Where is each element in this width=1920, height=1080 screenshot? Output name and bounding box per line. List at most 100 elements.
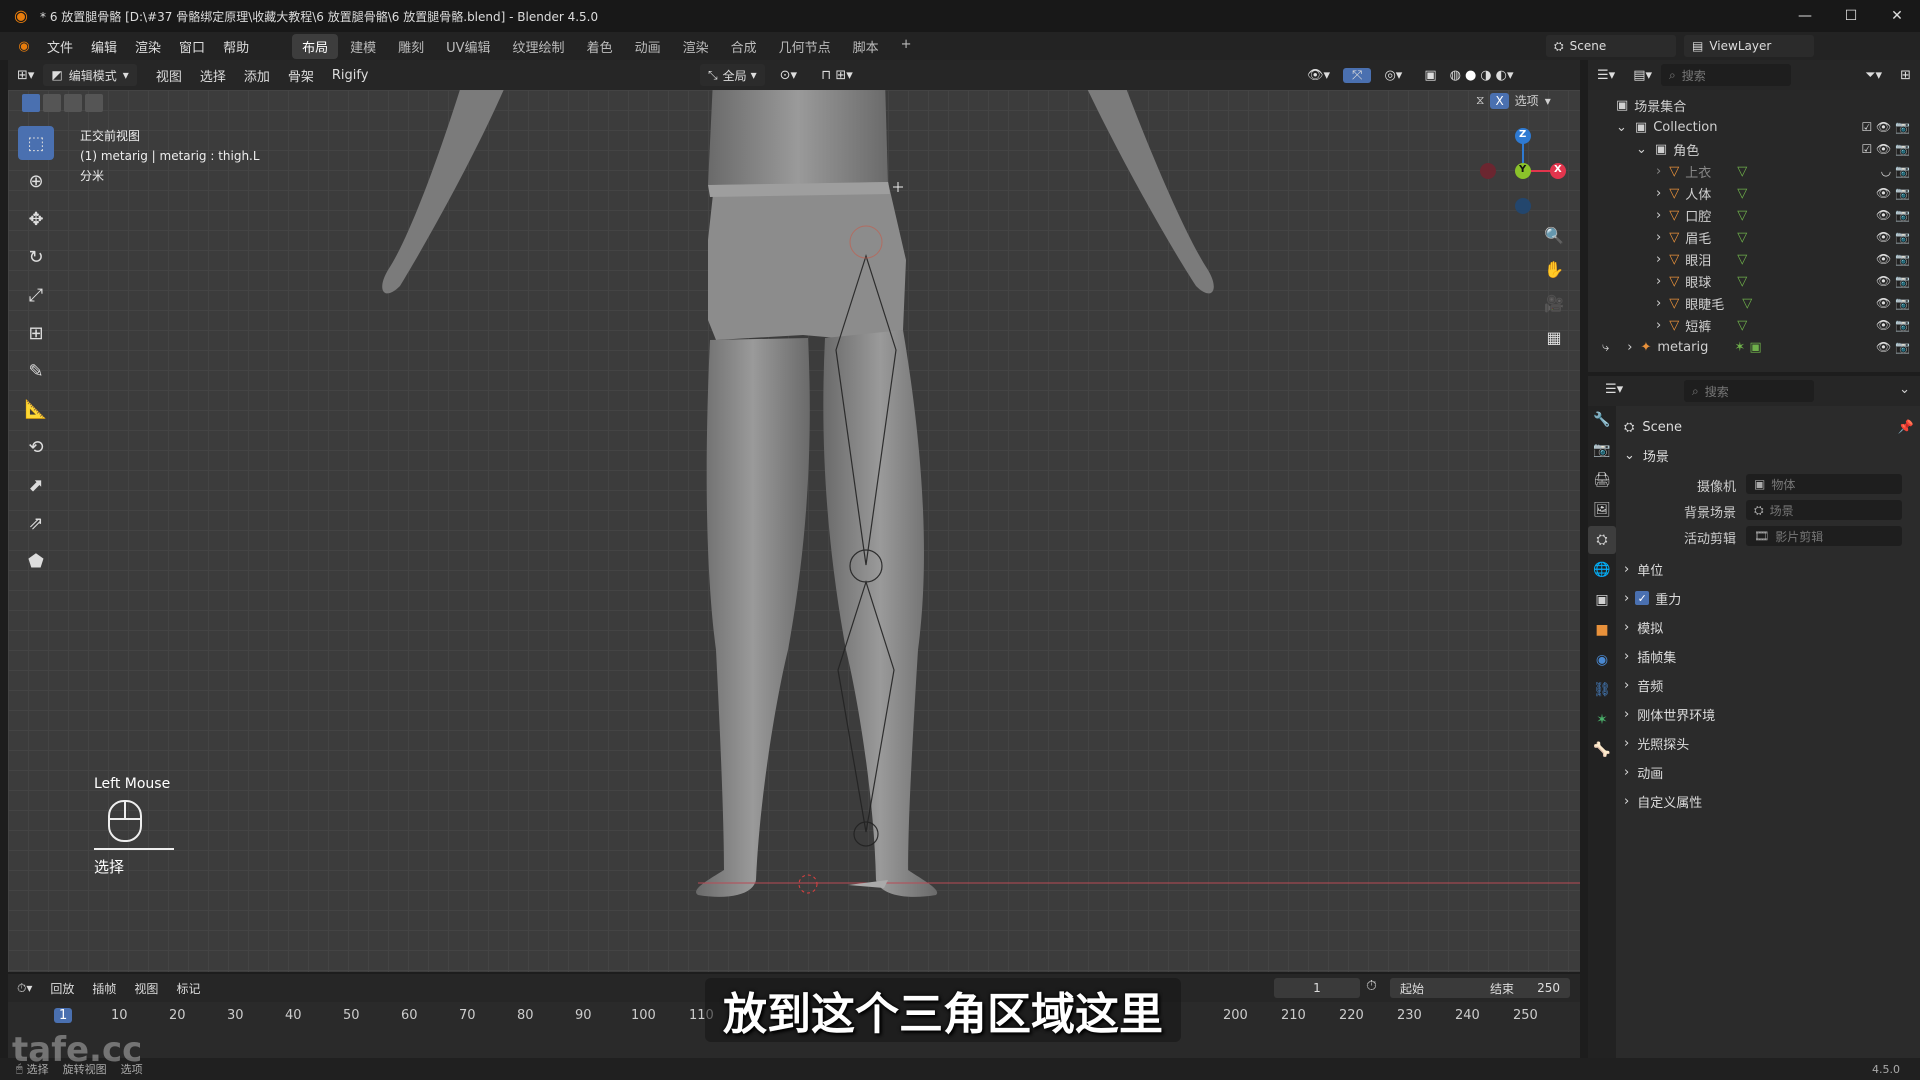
outliner-row-scene-collection[interactable]: ▣ 场景集合 (1588, 94, 1920, 116)
menu-timeline-view[interactable]: 视图 (125, 980, 167, 997)
transform-orientation-selector[interactable]: ⤡ 全局 ▾ (700, 64, 765, 86)
options-dropdown[interactable]: 选项 (1515, 92, 1539, 109)
menu-file[interactable]: 文件 (38, 37, 82, 56)
world-tab-icon[interactable]: 🌐 (1588, 556, 1616, 584)
chevron-right-icon[interactable]: › (1656, 274, 1661, 289)
x-mirror-toggle[interactable]: X (1490, 92, 1509, 109)
select-subtract-icon[interactable] (64, 94, 82, 112)
chevron-right-icon[interactable]: › (1656, 296, 1661, 311)
rotate-tool-icon[interactable]: ↻ (18, 240, 54, 274)
timeline-editor-icon[interactable]: ⏱▾ (8, 981, 41, 996)
render-tab-icon[interactable]: 📷 (1588, 436, 1616, 464)
panel-gravity[interactable]: › ✓ 重力 (1624, 585, 1914, 611)
select-new-icon[interactable] (22, 94, 40, 112)
overlay-toggle-icon[interactable]: ◎▾ (1375, 68, 1411, 83)
editor-type-icon[interactable]: ⊞▾ (8, 68, 43, 83)
tab-compositing[interactable]: 合成 (721, 34, 767, 59)
gizmo-toggle-icon[interactable]: ⤧ (1343, 67, 1372, 83)
material-shading-icon[interactable]: ◑ (1480, 68, 1491, 83)
tool-tab-icon[interactable]: 🔧 (1588, 406, 1616, 434)
current-frame-field[interactable]: 1 (1274, 978, 1360, 998)
object-visibility-icons[interactable]: 👁 📷 (1876, 186, 1910, 200)
new-collection-icon[interactable]: ⊞ (1891, 68, 1920, 83)
select-tool-icon[interactable]: ⬚ (18, 126, 54, 160)
outliner-row-object[interactable]: › ▽ 口腔 ▽ 👁 📷 (1588, 204, 1920, 226)
panel-light-probes[interactable]: › 光照探头 (1624, 730, 1914, 756)
tab-modeling[interactable]: 建模 (340, 34, 386, 59)
pin-icon[interactable]: 📌 (1898, 420, 1914, 435)
constraints-tab-icon[interactable]: ⛓ (1588, 676, 1616, 704)
tab-sculpting[interactable]: 雕刻 (388, 34, 434, 59)
blender-menu-icon[interactable]: ◉ (10, 39, 38, 54)
camera-field[interactable]: ▣ 物体 (1746, 474, 1902, 494)
chevron-right-icon[interactable]: › (1656, 318, 1661, 333)
snap-icon[interactable]: ⊓ ⊞▾ (812, 68, 862, 83)
outliner-row-object[interactable]: › ▽ 眼睫毛 ▽ 👁 📷 (1588, 292, 1920, 314)
object-visibility-icons[interactable]: 👁 📷 (1876, 252, 1910, 266)
chevron-down-icon[interactable]: ⌄ (1616, 120, 1627, 135)
menu-armature[interactable]: 骨架 (279, 66, 323, 85)
chevron-right-icon[interactable]: › (1656, 230, 1661, 245)
object-tab-icon[interactable]: ■ (1588, 616, 1616, 644)
object-visibility-icons[interactable]: 👁 📷 (1876, 340, 1910, 354)
filter-icon[interactable]: ⏷▾ (1856, 68, 1891, 83)
tab-shading[interactable]: 着色 (577, 34, 623, 59)
cursor-tool-icon[interactable]: ⊕ (18, 164, 54, 198)
object-visibility-icons[interactable]: 👁 📷 (1876, 318, 1910, 332)
panel-rigid-body-world[interactable]: › 刚体世界环境 (1624, 701, 1914, 727)
rendered-shading-icon[interactable]: ◐▾ (1496, 68, 1514, 83)
outliner-editor-icon[interactable]: ☰▾ (1588, 68, 1624, 83)
outliner-row-object[interactable]: › ▽ 眼泪 ▽ 👁 📷 (1588, 248, 1920, 270)
outliner-row-object[interactable]: › ▽ 人体 ▽ 👁 📷 (1588, 182, 1920, 204)
close-button[interactable]: ✕ (1874, 8, 1920, 24)
outliner-row-object[interactable]: › ▽ 短裤 ▽ 👁 📷 (1588, 314, 1920, 336)
chevron-right-icon[interactable]: › (1656, 208, 1661, 223)
tab-texture-paint[interactable]: 纹理绘制 (503, 34, 575, 59)
object-visibility-icons[interactable]: 👁 📷 (1876, 208, 1910, 222)
menu-help[interactable]: 帮助 (214, 37, 258, 56)
move-tool-icon[interactable]: ✥ (18, 202, 54, 236)
panel-keying-sets[interactable]: › 插帧集 (1624, 643, 1914, 669)
outliner-row-object[interactable]: › ▽ 眼球 ▽ 👁 📷 (1588, 270, 1920, 292)
panel-scene-header[interactable]: ⌄ 场景 (1624, 442, 1914, 468)
menu-add[interactable]: 添加 (235, 66, 279, 85)
background-scene-field[interactable]: ⛭ 场景 (1746, 500, 1902, 520)
tab-uv-editing[interactable]: UV编辑 (436, 34, 500, 59)
menu-rigify[interactable]: Rigify (323, 68, 378, 83)
zoom-icon[interactable]: 🔍 (1539, 220, 1569, 250)
outliner-row-collection[interactable]: ⌄ ▣ Collection ☑ 👁 📷 (1588, 116, 1920, 138)
annotate-tool-icon[interactable]: ✎ (18, 354, 54, 388)
select-extend-icon[interactable] (43, 94, 61, 112)
menu-view[interactable]: 视图 (147, 66, 191, 85)
solid-shading-icon[interactable]: ● (1465, 68, 1476, 83)
maximize-button[interactable]: ☐ (1828, 8, 1874, 24)
ortho-grid-icon[interactable]: ▦ (1539, 322, 1569, 352)
menu-select[interactable]: 选择 (191, 66, 235, 85)
select-invert-icon[interactable] (85, 94, 103, 112)
view-layer-selector[interactable]: ▤ ViewLayer (1684, 35, 1814, 57)
3d-viewport[interactable]: 正交前视图 (1) metarig | metarig : thigh.L 分米… (8, 90, 1580, 972)
outliner-search-input[interactable]: ⌕ 搜索 (1661, 64, 1791, 86)
collection-tab-icon[interactable]: ▣ (1588, 586, 1616, 614)
menu-keying[interactable]: 插帧 (83, 980, 125, 997)
end-frame-field[interactable]: 结束 250 (1480, 978, 1570, 998)
tab-animation[interactable]: 动画 (625, 34, 671, 59)
bone-tab-icon[interactable]: 🦴 (1588, 736, 1616, 764)
tab-rendering[interactable]: 渲染 (673, 34, 719, 59)
tab-scripting[interactable]: 脚本 (843, 34, 889, 59)
character-visibility-icons[interactable]: ☑ 👁 📷 (1861, 142, 1910, 156)
chevron-down-icon[interactable]: ⌄ (1636, 142, 1647, 157)
mode-selector[interactable]: ◩ 编辑模式 ▾ (43, 64, 137, 86)
menu-window[interactable]: 窗口 (170, 37, 214, 56)
camera-view-icon[interactable]: 🎥 (1539, 288, 1569, 318)
object-visibility-icons[interactable]: 👁 📷 (1876, 296, 1910, 310)
outliner-row-metarig[interactable]: ⤷ › ✦ metarig ✶ ▣ 👁 📷 (1588, 336, 1920, 358)
armature-data-tab-icon[interactable]: ✶ (1588, 706, 1616, 734)
panel-simulation[interactable]: › 模拟 (1624, 614, 1914, 640)
menu-edit[interactable]: 编辑 (82, 37, 126, 56)
active-clip-field[interactable]: 🎞 影片剪辑 (1746, 526, 1902, 546)
mirror-icon[interactable]: ⧖ (1476, 93, 1484, 108)
object-visibility-icons[interactable]: 👁 📷 (1876, 274, 1910, 288)
bone-size-tool-icon[interactable]: ⬈ (18, 468, 54, 502)
panel-audio[interactable]: › 音频 (1624, 672, 1914, 698)
